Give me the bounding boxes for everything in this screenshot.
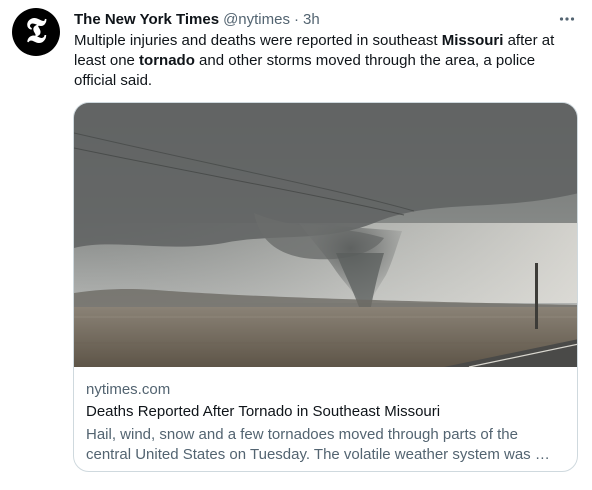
timestamp[interactable]: 3h [303, 11, 320, 28]
more-button[interactable] [556, 9, 578, 29]
card-domain: nytimes.com [86, 381, 171, 398]
tornado-photo [74, 103, 577, 367]
tweet-text: Multiple injuries and deaths were report… [74, 31, 579, 91]
more-horizontal-icon [559, 17, 575, 21]
tweet-text-segment: Multiple injuries and deaths were report… [74, 32, 442, 49]
tweet-header: The New York Times @nytimes · 3h [74, 9, 580, 29]
card-title: Deaths Reported After Tornado in Southea… [86, 403, 441, 420]
tweet-text-highlight: Missouri [441, 32, 504, 49]
author-name[interactable]: The New York Times [74, 11, 219, 28]
tweet-text-highlight: tornado [139, 52, 195, 69]
avatar[interactable]: 𝕿 [12, 8, 60, 56]
link-card[interactable]: nytimes.com Deaths Reported After Tornad… [73, 102, 578, 472]
tweet[interactable]: 𝕿 The New York Times @nytimes · 3h Multi… [0, 0, 592, 490]
author-handle[interactable]: @nytimes [223, 11, 290, 28]
separator: · [293, 10, 299, 28]
nyt-logo-icon: 𝕿 [25, 11, 47, 51]
card-description: Hail, wind, snow and a few tornadoes mov… [86, 426, 550, 463]
